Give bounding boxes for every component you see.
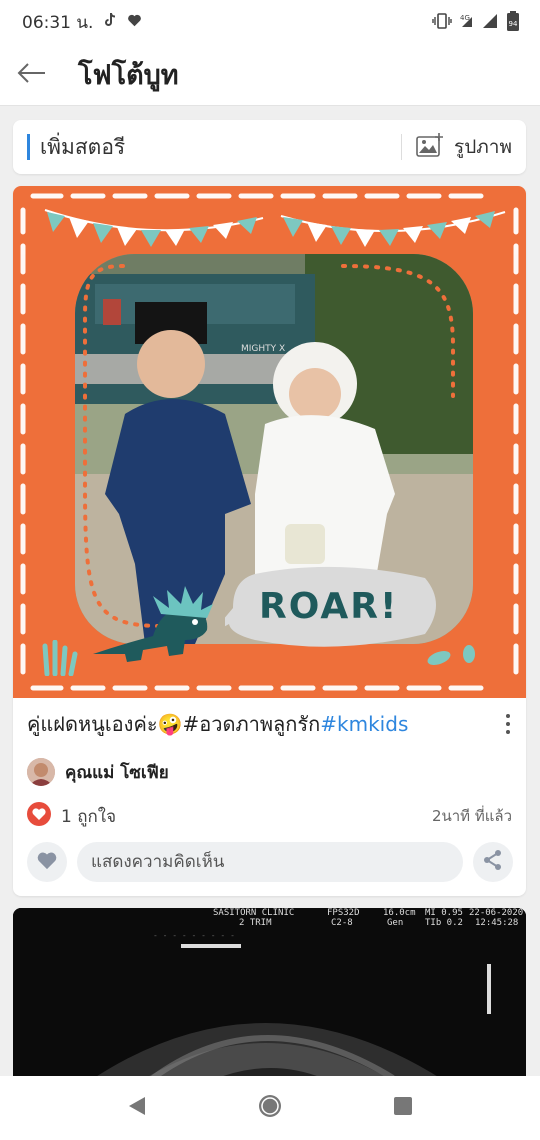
- ultrasound-depth: 16.0cm: [383, 908, 416, 918]
- tiktok-icon: [103, 12, 117, 33]
- page-title: โฟโต้บูท: [78, 60, 179, 91]
- ultrasound-mi: MI 0.95: [425, 908, 463, 918]
- signal-icon: [482, 13, 498, 32]
- signal-4g-icon: 4G: [460, 13, 474, 32]
- post-author[interactable]: คุณแม่ โซเฟีย: [27, 758, 169, 786]
- svg-text:94: 94: [509, 20, 518, 28]
- story-accent-bar: [27, 134, 30, 160]
- ultrasound-clock: 12:45:28: [475, 918, 519, 928]
- ultrasound-trim: 2 TRIM: [239, 918, 272, 928]
- arrow-left-icon: [17, 62, 47, 88]
- heart-icon: [127, 12, 142, 32]
- post-timestamp: 2นาที ที่แล้ว: [431, 807, 512, 825]
- caption-text: คู่แฝดหนูเองค่ะ🤪: [27, 712, 183, 736]
- avatar[interactable]: [27, 758, 55, 786]
- likes-summary[interactable]: 1 ถูกใจ: [27, 802, 116, 830]
- ultrasound-clinic: SASITORN CLINIC: [213, 908, 295, 918]
- dot: [506, 730, 510, 734]
- app-bar: โฟโต้บูท: [0, 44, 540, 106]
- post-image[interactable]: MIGHTY X ROAR!: [13, 186, 526, 698]
- grass-decoration: [42, 640, 78, 676]
- svg-text:- - - - - - - - -: - - - - - - - - -: [153, 931, 235, 940]
- hashtag-link[interactable]: #อวดภาพลูกรัก: [182, 712, 320, 736]
- ultrasound-probe: C2-8: [331, 918, 353, 928]
- battery-icon: 94: [506, 10, 520, 34]
- nav-recents-button[interactable]: [373, 1078, 433, 1138]
- ultrasound-gen: Gen: [387, 918, 404, 928]
- add-story-bar: เพิ่มสตอรี รูปภาพ: [13, 120, 526, 174]
- post-card: MIGHTY X ROAR! คู่แฝดหนูเองค่ะ🤪#อวดภาพลู…: [13, 186, 526, 896]
- like-button[interactable]: [27, 842, 67, 882]
- add-image-icon: [416, 132, 444, 162]
- more-options-button[interactable]: [498, 712, 518, 736]
- add-photo-button[interactable]: รูปภาพ: [402, 120, 526, 174]
- square-recents-icon: [393, 1096, 413, 1120]
- status-time: 06:31 น.: [22, 12, 94, 33]
- share-button[interactable]: [473, 842, 513, 882]
- nav-home-button[interactable]: [240, 1078, 300, 1138]
- vibrate-icon: [432, 12, 452, 32]
- circle-home-icon: [257, 1093, 283, 1123]
- back-button[interactable]: [2, 44, 62, 106]
- share-icon: [482, 849, 504, 875]
- leaf-decoration: [427, 645, 475, 665]
- author-name[interactable]: คุณแม่ โซเฟีย: [65, 759, 169, 786]
- system-nav-bar: [0, 1076, 540, 1140]
- dinosaur-sticker: [93, 586, 213, 662]
- add-story-button[interactable]: เพิ่มสตอรี: [40, 131, 401, 164]
- ultrasound-fps: FPS32D: [327, 908, 360, 918]
- photo-label: รูปภาพ: [454, 136, 512, 158]
- heart-icon: [36, 850, 58, 874]
- ultrasound-date: 22-06-2020: [469, 908, 524, 918]
- status-bar: 06:31 น. 4G 94: [0, 0, 540, 44]
- likes-count: 1 ถูกใจ: [61, 806, 117, 827]
- dot: [506, 714, 510, 718]
- ultrasound-tib: TIb 0.2: [425, 918, 463, 928]
- post-caption: คู่แฝดหนูเองค่ะ🤪#อวดภาพลูกรัก#kmkids: [27, 708, 497, 740]
- roar-sticker: ROAR!: [211, 564, 445, 652]
- post-actions: [27, 842, 513, 882]
- status-left: 06:31 น.: [22, 9, 142, 36]
- status-right: 4G 94: [432, 10, 520, 34]
- heart-filled-icon: [27, 802, 51, 830]
- nav-back-button[interactable]: [107, 1078, 167, 1138]
- comment-input[interactable]: [77, 842, 463, 882]
- dot: [506, 722, 510, 726]
- triangle-back-icon: [127, 1095, 147, 1121]
- hashtag-link[interactable]: #kmkids: [320, 712, 408, 736]
- roar-text: ROAR!: [259, 586, 399, 627]
